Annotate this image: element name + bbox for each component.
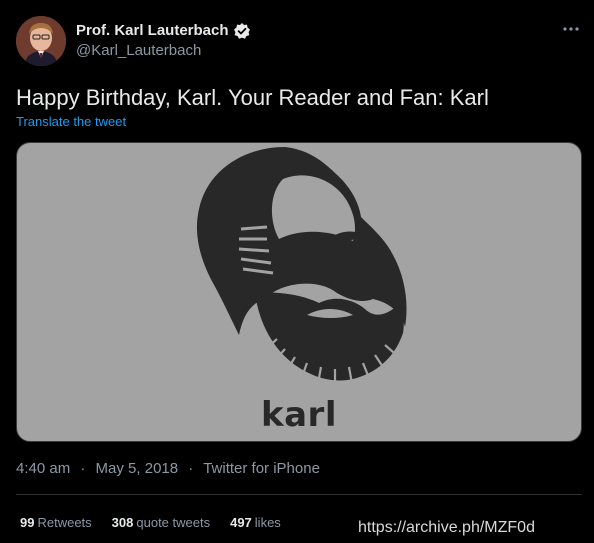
tweet-stats: 99 Retweets 308 quote tweets 497 likes [20, 515, 301, 530]
meta-separator: · [80, 460, 86, 477]
archive-url-watermark: https://archive.ph/MZF0d [358, 519, 535, 536]
retweets-stat[interactable]: 99 Retweets [20, 515, 92, 530]
quote-tweets-count: 308 [111, 515, 134, 530]
stats-divider [16, 494, 582, 495]
quote-tweets-label: quote tweets [136, 515, 211, 530]
verified-badge-icon [233, 22, 251, 40]
retweets-count: 99 [20, 515, 35, 530]
likes-label: likes [254, 515, 281, 530]
tweet-text: Happy Birthday, Karl. Your Reader and Fa… [16, 85, 489, 110]
retweets-label: Retweets [37, 515, 92, 530]
tweet-header: Prof. Karl Lauterbach @Karl_Lauterbach [16, 16, 582, 68]
tweet-media-image[interactable]: karl [16, 142, 582, 442]
likes-count: 497 [230, 515, 252, 530]
tweet-date[interactable]: May 5, 2018 [96, 460, 179, 477]
quote-tweets-stat[interactable]: 308 quote tweets [112, 515, 210, 530]
tweet-source[interactable]: Twitter for iPhone [203, 460, 320, 477]
likes-stat[interactable]: 497 likes [230, 515, 281, 530]
author-display-name[interactable]: Prof. Karl Lauterbach [76, 22, 229, 40]
media-caption: karl [261, 395, 337, 435]
author-name-block: Prof. Karl Lauterbach @Karl_Lauterbach [76, 22, 251, 61]
author-handle[interactable]: @Karl_Lauterbach [76, 41, 251, 61]
translate-tweet-link[interactable]: Translate the tweet [16, 114, 126, 129]
tweet-meta: 4:40 am · May 5, 2018 · Twitter for iPho… [16, 460, 320, 477]
tweet-time[interactable]: 4:40 am [16, 460, 70, 477]
author-avatar[interactable] [16, 16, 66, 66]
meta-separator: · [188, 460, 194, 477]
more-options-icon[interactable] [560, 18, 582, 40]
